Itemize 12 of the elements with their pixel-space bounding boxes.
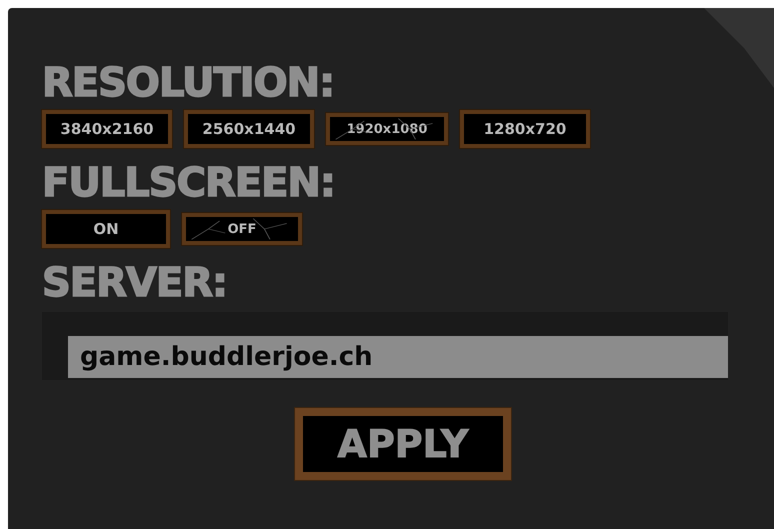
apply-button[interactable]: APPLY: [295, 408, 511, 480]
section-heading: RESOLUTION:: [42, 60, 336, 106]
section-heading: FULLSCREEN:: [42, 160, 336, 206]
option-button[interactable]: 3840x2160: [42, 110, 172, 148]
option-button[interactable]: 1280x720: [460, 110, 590, 148]
option-button[interactable]: 2560x1440: [184, 110, 314, 148]
corner-shading-icon: [704, 8, 774, 88]
section-heading: SERVER:: [42, 260, 228, 306]
option-button[interactable]: ON: [42, 210, 170, 248]
option-button[interactable]: 1920x1080: [326, 113, 448, 145]
option-button[interactable]: OFF: [182, 213, 302, 245]
server-input-field[interactable]: game.buddlerjoe.ch: [68, 336, 728, 378]
